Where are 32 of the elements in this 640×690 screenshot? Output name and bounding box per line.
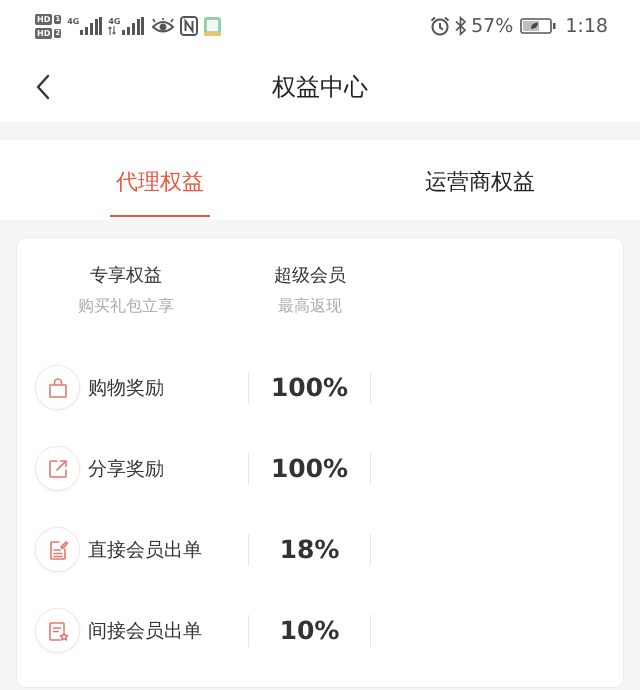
column-subtitle: 购买礼包立享: [78, 295, 174, 317]
tab[interactable]: 运营商权益: [419, 140, 541, 217]
benefit-value: 10%: [280, 614, 340, 646]
column-subtitle: 最高返现: [278, 295, 342, 317]
bluetooth-icon: [455, 16, 466, 36]
benefit-label: 分享奖励: [88, 456, 164, 482]
column-title: 超级会员: [274, 264, 346, 288]
benefit-value: 18%: [280, 534, 340, 566]
eye-icon: [152, 18, 174, 34]
network-type-label: 4G: [67, 17, 80, 26]
signal-icon: [80, 17, 102, 35]
benefit-value: 100%: [270, 372, 348, 404]
hd-badge: HD: [35, 14, 52, 24]
benefit-label: 购物奖励: [88, 376, 164, 400]
shopping-bag-icon: [35, 365, 80, 410]
battery-percent: 57%: [471, 15, 514, 37]
alarm-icon: [430, 16, 450, 36]
signal-icon: [122, 17, 144, 35]
hd-badge: HD: [35, 28, 52, 38]
benefit-value: 100%: [270, 452, 348, 484]
share-icon: [35, 446, 80, 491]
app-icon: [204, 16, 220, 36]
clock-time: 1:18: [565, 15, 608, 37]
network-type-label: 4G: [108, 17, 120, 26]
page-title: 权益中心: [272, 72, 368, 102]
battery-icon: [520, 18, 556, 34]
tab[interactable]: 代理权益: [110, 140, 210, 217]
benefit-label: 间接会员出单: [88, 618, 202, 644]
benefit-label: 直接会员出单: [88, 538, 202, 562]
document-edit-icon: [35, 527, 80, 572]
column-title: 专享权益: [90, 264, 162, 288]
nfc-icon: [180, 16, 198, 36]
